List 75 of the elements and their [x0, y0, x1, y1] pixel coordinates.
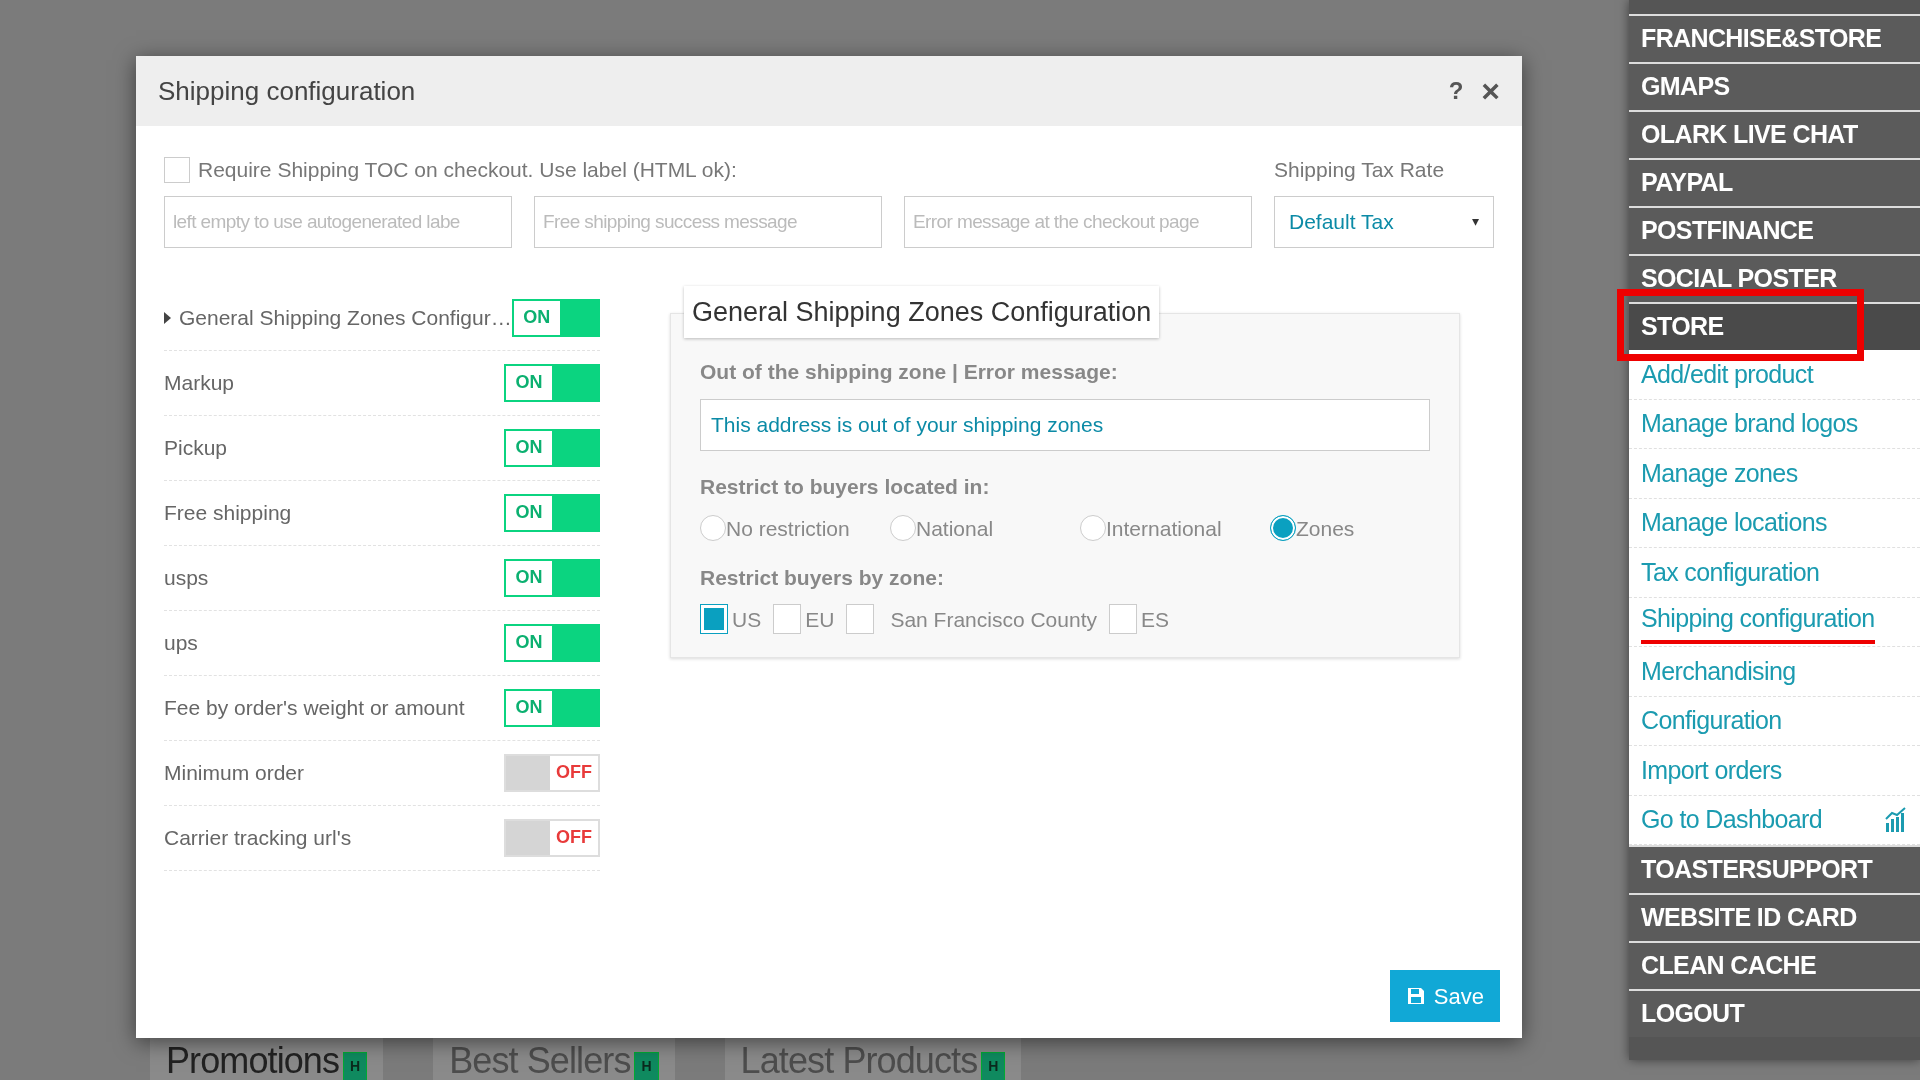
radio-label: Zones — [1296, 515, 1355, 542]
menu-item[interactable]: CLEAN CACHE — [1629, 941, 1920, 989]
zone-label: US — [732, 606, 762, 633]
toggle-switch[interactable]: OFF — [504, 753, 600, 792]
menu-item[interactable]: POSTFINANCE — [1629, 206, 1920, 254]
radio-label: National — [916, 515, 994, 542]
submenu-link[interactable]: Tax configuration — [1641, 553, 1820, 591]
radio-label: International — [1106, 515, 1222, 542]
zones-label: Restrict buyers by zone: — [700, 565, 945, 591]
submenu-link[interactable]: Merchandising — [1641, 652, 1796, 690]
plugin-label: Pickup — [164, 434, 229, 461]
submenu-link[interactable]: Configuration — [1641, 702, 1782, 740]
save-button[interactable]: Save — [1389, 970, 1500, 1022]
menu-item[interactable]: SOCIAL POSTER — [1629, 254, 1920, 302]
plugin-label: Fee by order's weight or amount — [164, 694, 466, 721]
toc-label: Require Shipping TOC on checkout. Use label (HTML ok): — [198, 157, 737, 183]
tab-badge: H — [634, 1052, 659, 1080]
menu-item[interactable]: OLARK LIVE CHAT — [1629, 110, 1920, 158]
submenu-link[interactable]: Import orders — [1641, 751, 1782, 789]
checkbox[interactable] — [164, 156, 190, 183]
radio-label: No restriction — [726, 515, 850, 542]
toggle-switch[interactable]: ON — [504, 428, 600, 467]
tax-label: Shipping Tax Rate — [1274, 157, 1446, 183]
plugin-label: Markup — [164, 369, 236, 396]
toggle-switch[interactable]: ON — [504, 493, 600, 532]
submenu-link[interactable]: Manage brand logos — [1641, 405, 1858, 443]
submenu-link[interactable]: Manage zones — [1641, 454, 1798, 492]
toggle-switch[interactable]: ON — [504, 363, 600, 402]
menu-item[interactable]: STORE — [1629, 302, 1920, 350]
zone-label: EU — [805, 606, 835, 633]
error-label: Out of the shipping zone | Error message: — [700, 358, 1119, 385]
input-field[interactable]: Free shipping success message — [534, 195, 882, 248]
input-field[interactable]: This address is out of your shipping zones — [700, 399, 1430, 451]
help-button[interactable]: ? — [1448, 73, 1464, 109]
plugin-label: General Shipping Zones Configur… — [179, 304, 512, 331]
expand-arrow-icon[interactable] — [164, 311, 171, 324]
submenu-link[interactable]: Go to Dashboard — [1641, 801, 1823, 839]
submenu-link[interactable]: Manage locations — [1641, 504, 1827, 542]
dialog-title: Shipping configuration — [158, 74, 417, 108]
zone-label: ES — [1141, 606, 1169, 633]
toggle-switch[interactable]: ON — [511, 298, 600, 337]
tab-badge: H — [981, 1052, 1006, 1080]
checkbox[interactable] — [773, 604, 802, 635]
input-field[interactable]: left empty to use autogenerated labe — [164, 195, 512, 248]
toggle-switch[interactable]: ON — [504, 623, 600, 662]
checkbox[interactable] — [700, 604, 728, 635]
submenu-link[interactable]: Shipping configuration — [1641, 600, 1875, 644]
toggle-switch[interactable]: OFF — [504, 818, 600, 857]
close-button[interactable]: × — [1481, 75, 1500, 107]
checkbox[interactable] — [846, 604, 875, 635]
tax-select[interactable]: Default Tax ▾ — [1274, 195, 1494, 248]
tab[interactable]: Best Sellers — [449, 1039, 631, 1080]
menu-item[interactable]: WEBSITE ID CARD — [1629, 893, 1920, 941]
plugin-label: Minimum order — [164, 759, 306, 786]
submenu-link[interactable]: Add/edit product — [1641, 355, 1814, 393]
restrict-label: Restrict to buyers located in: — [700, 474, 991, 500]
plugin-label: usps — [164, 564, 210, 591]
plugin-label: Carrier tracking url's — [164, 824, 353, 851]
tab[interactable]: Latest Products — [740, 1039, 978, 1080]
bar-chart-icon — [1884, 806, 1908, 833]
tab[interactable]: Promotions — [166, 1039, 340, 1080]
toggle-switch[interactable]: ON — [504, 558, 600, 597]
zone-label: San Francisco County — [890, 606, 1097, 633]
menu-item[interactable]: LOGOUT — [1629, 989, 1920, 1037]
menu-item[interactable]: PAYPAL — [1629, 158, 1920, 206]
plugin-label: Free shipping — [164, 499, 293, 526]
menu-item[interactable]: FRANCHISE&STORE — [1629, 14, 1920, 62]
menu-item[interactable]: GMAPS — [1629, 62, 1920, 110]
checkbox[interactable] — [1109, 604, 1137, 635]
menu-item[interactable]: TOASTERSUPPORT — [1629, 845, 1920, 893]
plugin-label: ups — [164, 629, 199, 656]
tab-badge: H — [343, 1052, 368, 1080]
input-field[interactable]: Error message at the checkout page — [904, 195, 1252, 248]
panel-title: General Shipping Zones Configuration — [684, 285, 1160, 338]
toggle-switch[interactable]: ON — [504, 688, 600, 727]
